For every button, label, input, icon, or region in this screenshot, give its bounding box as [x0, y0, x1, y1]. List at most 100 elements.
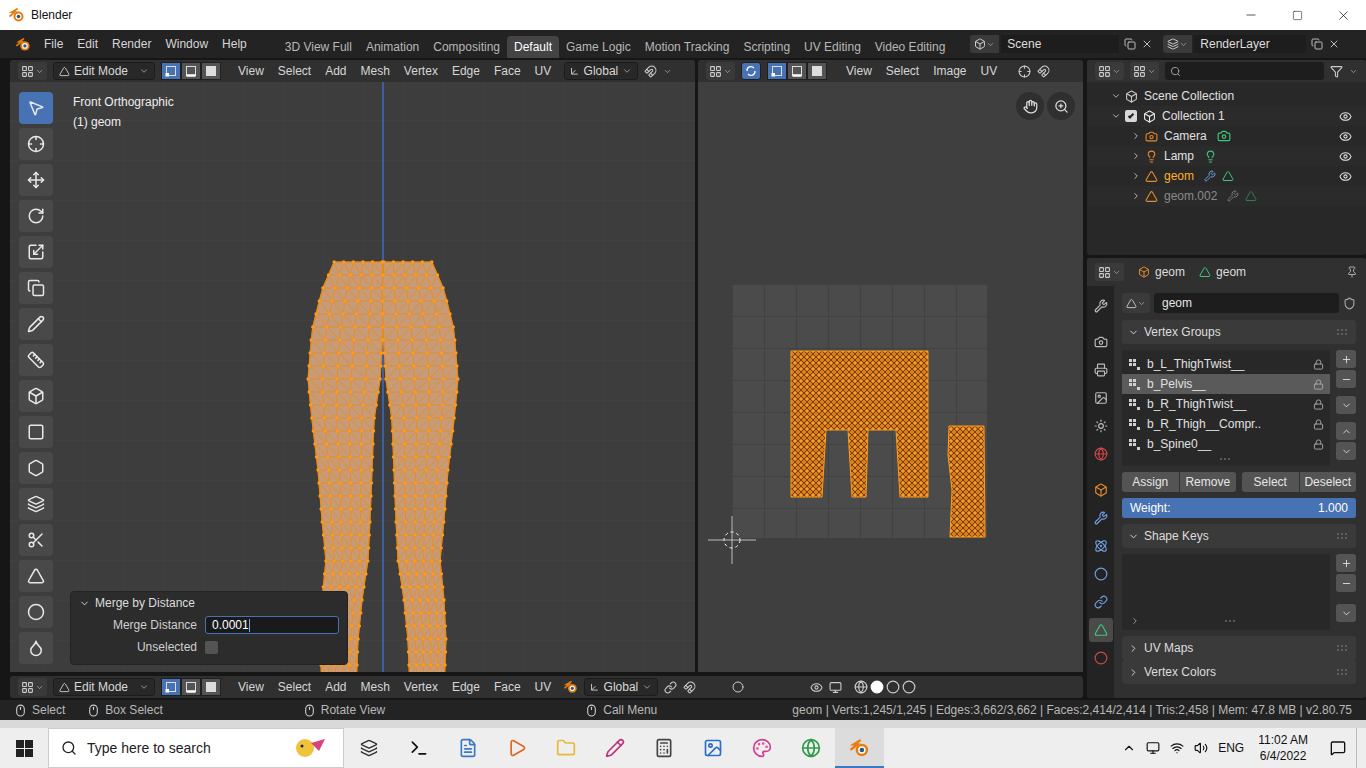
zoom-button[interactable]	[1047, 92, 1075, 120]
tool-button[interactable]	[18, 450, 54, 486]
uv-snap-icon[interactable]	[1037, 65, 1050, 78]
menu-item[interactable]: UV	[528, 62, 559, 80]
outliner-row[interactable]: Camera	[1087, 126, 1366, 146]
menu-item[interactable]: Select	[879, 62, 926, 80]
close-button[interactable]	[1320, 0, 1366, 30]
display-mode-button[interactable]	[1130, 62, 1159, 80]
vertex-group-row[interactable]: b_Pelvis__	[1122, 374, 1330, 394]
maximize-button[interactable]	[1274, 0, 1320, 30]
properties-tab[interactable]	[1089, 646, 1113, 670]
pivot-icon[interactable]	[1018, 65, 1031, 78]
workspace-tab[interactable]: Scripting	[736, 36, 797, 58]
vertex-group-action-button[interactable]: Select	[1242, 472, 1299, 492]
view-layer-field[interactable]: RenderLayer	[1194, 35, 1306, 53]
menu-item[interactable]: UV	[528, 678, 559, 696]
visibility-icon[interactable]	[1339, 170, 1352, 183]
move-up-button[interactable]	[1336, 422, 1356, 440]
outliner-row[interactable]: geom	[1087, 166, 1366, 186]
tool-button[interactable]	[18, 486, 54, 522]
taskbar-app[interactable]	[835, 728, 884, 768]
unselected-checkbox[interactable]	[205, 641, 218, 654]
tool-button[interactable]	[18, 558, 54, 594]
properties-tab[interactable]	[1089, 330, 1113, 354]
menu-item[interactable]: Face	[487, 678, 528, 696]
vertex-group-row[interactable]: b_R_ThighTwist__	[1122, 394, 1330, 414]
proportional-icon[interactable]	[732, 681, 744, 693]
menu-item[interactable]: File	[37, 35, 70, 53]
edge-select-button[interactable]	[787, 62, 807, 80]
tray-expand-icon[interactable]	[1122, 741, 1136, 755]
edge-select-button[interactable]	[181, 62, 201, 80]
menu-item[interactable]: View	[231, 62, 271, 80]
wireframe-shading-icon[interactable]	[854, 680, 868, 694]
taskbar-app[interactable]	[639, 728, 688, 768]
menu-item[interactable]: Vertex	[397, 678, 445, 696]
properties-tab[interactable]	[1089, 358, 1113, 382]
taskbar-app[interactable]	[541, 728, 590, 768]
properties-section-header[interactable]: UV Maps	[1122, 636, 1356, 660]
properties-tab[interactable]	[1089, 618, 1113, 642]
operator-panel[interactable]: Merge by DistanceMerge Distance0.0001Uns…	[70, 591, 348, 665]
vertex-group-row[interactable]: b_Spine0__	[1122, 434, 1330, 454]
filter-expand-icon[interactable]	[1130, 616, 1140, 626]
vertex-select-button[interactable]	[161, 62, 181, 80]
mesh-browse-button[interactable]	[1122, 293, 1150, 313]
taskbar-search[interactable]: Type here to search	[48, 728, 344, 768]
properties-tab[interactable]	[1089, 442, 1113, 466]
bottom-editor-type-button[interactable]	[18, 678, 47, 696]
properties-editor-type-button[interactable]	[1095, 263, 1124, 281]
list-resize-handle[interactable]	[1122, 454, 1330, 464]
lock-icon[interactable]	[1313, 379, 1324, 390]
vertex-group-action-button[interactable]: Assign	[1122, 472, 1179, 492]
editor-type-button[interactable]	[18, 62, 47, 80]
visibility-icon[interactable]	[1339, 150, 1352, 163]
taskbar-app[interactable]	[737, 728, 786, 768]
tool-button[interactable]	[18, 414, 54, 450]
vertex-group-row[interactable]: b_L_ThighTwist__	[1122, 354, 1330, 374]
remove-group-button[interactable]	[1336, 370, 1356, 388]
properties-tab[interactable]	[1089, 590, 1113, 614]
vertex-group-action-button[interactable]: Deselect	[1300, 472, 1357, 492]
workspace-tab[interactable]: Default	[507, 36, 559, 58]
outliner-row[interactable]: geom.002	[1087, 186, 1366, 206]
lock-icon[interactable]	[1313, 399, 1324, 410]
workspace-tab[interactable]: Animation	[359, 36, 426, 58]
expand-icon[interactable]	[1131, 131, 1141, 141]
menu-item[interactable]: Render	[105, 35, 158, 53]
lock-icon[interactable]	[1313, 439, 1324, 450]
start-button[interactable]	[0, 728, 48, 768]
tool-button[interactable]	[18, 594, 54, 630]
workspace-tab[interactable]: UV Editing	[797, 36, 868, 58]
tool-button[interactable]	[18, 630, 54, 666]
specials-button[interactable]	[1336, 396, 1356, 414]
delete-scene-icon[interactable]	[1141, 38, 1153, 50]
face-select-button[interactable]	[201, 678, 221, 696]
scene-browse-button[interactable]	[970, 35, 999, 53]
outliner-search[interactable]	[1165, 62, 1324, 80]
shape-key-specials-button[interactable]	[1336, 604, 1356, 622]
visibility-icon[interactable]	[1339, 130, 1352, 143]
vertex-select-button[interactable]	[767, 62, 787, 80]
taskbar-app[interactable]	[443, 728, 492, 768]
material-shading-icon[interactable]	[886, 680, 900, 694]
menu-item[interactable]: Help	[215, 35, 254, 53]
menu-item[interactable]: Vertex	[397, 62, 445, 80]
uv-editor-type-button[interactable]	[706, 62, 735, 80]
menu-item[interactable]: View	[231, 678, 271, 696]
mesh-canvas[interactable]	[10, 82, 695, 672]
workspace-tab[interactable]: Game Logic	[559, 36, 638, 58]
workspace-tab[interactable]: Compositing	[426, 36, 507, 58]
menu-item[interactable]: Edge	[445, 678, 487, 696]
tool-button[interactable]	[18, 234, 54, 270]
tool-button[interactable]	[18, 342, 54, 378]
menu-item[interactable]: Mesh	[354, 678, 397, 696]
outliner-editor-type-button[interactable]	[1095, 62, 1124, 80]
tool-button[interactable]	[18, 90, 54, 126]
fake-user-icon[interactable]	[1343, 297, 1356, 310]
scene-field[interactable]: Scene	[1001, 35, 1119, 53]
menu-item[interactable]: Add	[318, 62, 353, 80]
sync-select-button[interactable]	[741, 62, 761, 80]
volume-icon[interactable]	[1194, 741, 1208, 755]
operator-panel-header[interactable]: Merge by Distance	[71, 592, 347, 614]
menu-item[interactable]: Mesh	[354, 62, 397, 80]
